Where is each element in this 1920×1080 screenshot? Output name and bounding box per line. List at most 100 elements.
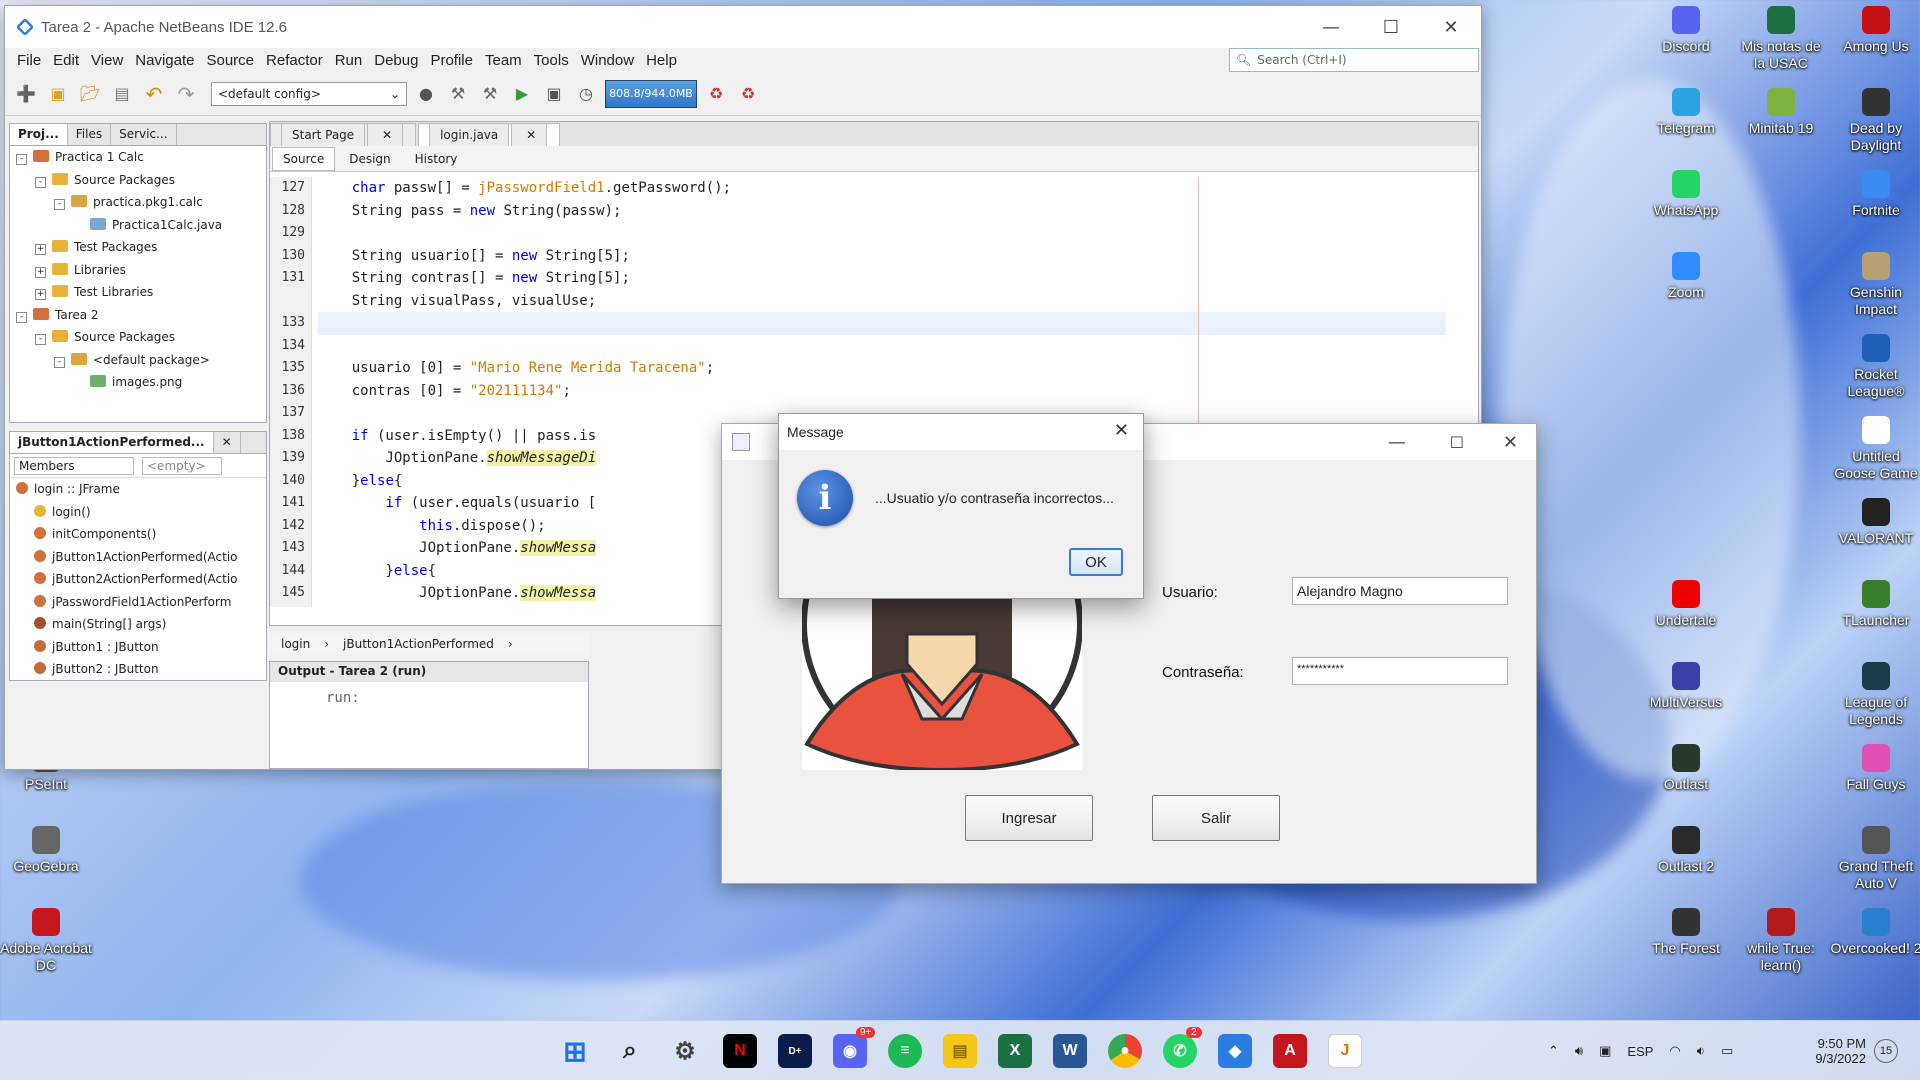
member-item[interactable]: jButton1 : JButton (16, 636, 266, 659)
editor-tab[interactable]: Start Page ✕ (270, 123, 417, 146)
save-all-icon[interactable]: ▤ (109, 81, 135, 107)
mode-design[interactable]: Design (339, 148, 400, 170)
tree-item[interactable]: - Source Packages (16, 326, 266, 349)
tree-item[interactable]: + Test Packages (16, 236, 266, 259)
menu-view[interactable]: View (85, 52, 129, 69)
desktop-icon[interactable]: Adobe Acrobat DC (0, 908, 92, 974)
member-item[interactable]: login() (16, 501, 266, 524)
desktop-icon[interactable]: Minitab 19 (1735, 88, 1827, 137)
projects-tab[interactable]: Servic... (111, 124, 177, 145)
desktop-icon[interactable]: Among Us (1830, 6, 1920, 55)
desktop-icon[interactable]: Genshin Impact (1830, 252, 1920, 318)
desktop-icon[interactable]: Fall Guys (1830, 744, 1920, 793)
tree-item[interactable]: - Tarea 2 (16, 304, 266, 327)
desktop-icon[interactable]: GeoGebra (0, 826, 92, 875)
whatsapp-icon[interactable]: ✆ (1163, 1034, 1197, 1068)
filter-select[interactable]: <empty> (142, 456, 222, 475)
new-project-icon[interactable]: ▣ (45, 81, 71, 107)
expand-icon[interactable]: + (35, 244, 46, 255)
expand-icon[interactable]: + (35, 266, 46, 278)
usuario-field[interactable]: Alejandro Magno (1292, 577, 1508, 605)
display-icon[interactable]: ▣ (1599, 1043, 1611, 1059)
desktop-icon[interactable]: WhatsApp (1640, 170, 1732, 219)
tree-item[interactable]: - Practica 1 Calc (16, 146, 266, 169)
discord-icon[interactable]: ◉ (833, 1034, 867, 1068)
clock[interactable]: 9:50 PM 9/3/2022 (1806, 1021, 1866, 1080)
mode-history[interactable]: History (405, 148, 468, 170)
menu-source[interactable]: Source (200, 52, 260, 69)
chevron-up-icon[interactable]: ⌃ (1548, 1043, 1559, 1059)
desktop-icon[interactable]: Telegram (1640, 88, 1732, 137)
member-item[interactable]: jPasswordField1ActionPerform (16, 591, 266, 614)
word-icon[interactable]: W (1053, 1034, 1087, 1068)
menu-navigate[interactable]: Navigate (129, 52, 200, 69)
profile-icon[interactable]: ◷ (573, 81, 599, 107)
run-icon[interactable]: ▶ (509, 81, 535, 107)
desktop-icon[interactable]: MultiVersus (1640, 662, 1732, 711)
ingresar-button[interactable]: Ingresar (965, 795, 1093, 841)
desktop-icon[interactable]: The Forest (1640, 908, 1732, 957)
tree-item[interactable]: + Libraries (16, 259, 266, 282)
expand-icon[interactable]: + (35, 289, 46, 300)
gc-icon[interactable]: ♻ (703, 81, 729, 107)
menu-help[interactable]: Help (640, 52, 683, 69)
tree-item[interactable]: - Source Packages (16, 169, 266, 192)
member-item[interactable]: initComponents() (16, 523, 266, 546)
speaker-icon[interactable]: 🔊︎ (1575, 1043, 1583, 1059)
file-explorer-icon[interactable]: ▤ (943, 1034, 977, 1068)
search-input[interactable]: 🔍︎ Search (Ctrl+I) (1229, 48, 1479, 72)
menu-team[interactable]: Team (479, 52, 528, 69)
desktop-icon[interactable]: Untitled Goose Game (1830, 416, 1920, 482)
close-icon[interactable]: ✕ (367, 123, 404, 146)
notification-badge[interactable]: 15 (1874, 1039, 1898, 1063)
password-field[interactable]: *********** (1292, 657, 1508, 685)
tree-item[interactable]: - <default package> (16, 349, 266, 372)
undo-icon[interactable]: ↶ (141, 81, 167, 107)
globe-icon[interactable]: ● (413, 81, 439, 107)
maximize-icon[interactable]: ☐ (1361, 6, 1421, 48)
menu-tools[interactable]: Tools (528, 52, 575, 69)
title-bar[interactable]: Tarea 2 - Apache NetBeans IDE 12.6 (5, 6, 1481, 48)
java-icon[interactable]: J (1328, 1034, 1362, 1068)
desktop-icon[interactable]: Grand Theft Auto V (1830, 826, 1920, 892)
spotify-icon[interactable]: ≡ (888, 1034, 922, 1068)
tree-item[interactable]: images.png (16, 371, 266, 394)
member-item[interactable]: jButton2ActionPerformed(Actio (16, 568, 266, 591)
close-icon[interactable]: ✕ (1421, 6, 1481, 48)
menu-edit[interactable]: Edit (47, 52, 85, 69)
hammer-icon[interactable]: ⚒ (445, 81, 471, 107)
debug-icon[interactable]: ▣ (541, 81, 567, 107)
projects-tab[interactable]: Proj... (10, 124, 68, 145)
salir-button[interactable]: Salir (1152, 795, 1280, 841)
menu-window[interactable]: Window (575, 52, 640, 69)
desktop-icon[interactable]: League of Legends (1830, 662, 1920, 728)
desktop-icon[interactable]: Overcooked! 2 (1830, 908, 1920, 957)
config-select[interactable]: <default config> ⌄ (211, 81, 407, 106)
desktop-icon[interactable]: Zoom (1640, 252, 1732, 301)
desktop-icon[interactable]: TLauncher (1830, 580, 1920, 629)
menu-profile[interactable]: Profile (424, 52, 479, 69)
open-project-icon[interactable]: 📂︎ (77, 81, 103, 107)
memory-indicator[interactable]: 808.8/944.0MB (605, 79, 697, 108)
navigator-title[interactable]: jButton1ActionPerformed... (10, 432, 214, 453)
redo-icon[interactable]: ↷ (173, 81, 199, 107)
maximize-icon[interactable]: ☐ (1450, 433, 1464, 452)
battery-icon[interactable]: ▭ (1721, 1043, 1733, 1059)
chrome-icon[interactable]: ● (1108, 1034, 1142, 1068)
clean-build-icon[interactable]: ⚒ (477, 81, 503, 107)
close-icon[interactable]: ✕ (214, 432, 241, 453)
close-icon[interactable]: ✕ (1114, 420, 1129, 441)
mode-source[interactable]: Source (272, 146, 336, 171)
collapse-icon[interactable]: - (35, 334, 46, 345)
desktop-icon[interactable]: Dead by Daylight (1830, 88, 1920, 154)
gc-pause-icon[interactable]: ♻ (735, 81, 761, 107)
menu-run[interactable]: Run (329, 52, 369, 69)
close-icon[interactable]: ✕ (1503, 432, 1518, 453)
menu-file[interactable]: File (11, 52, 47, 69)
new-file-icon[interactable]: ➕ (13, 81, 39, 107)
language-indicator[interactable]: ESP (1627, 1044, 1653, 1059)
settings-icon[interactable]: ⚙ (668, 1034, 702, 1068)
netflix-icon[interactable]: N (723, 1034, 757, 1068)
desktop-icon[interactable]: Rocket League® (1830, 334, 1920, 400)
collapse-icon[interactable]: - (54, 356, 65, 368)
